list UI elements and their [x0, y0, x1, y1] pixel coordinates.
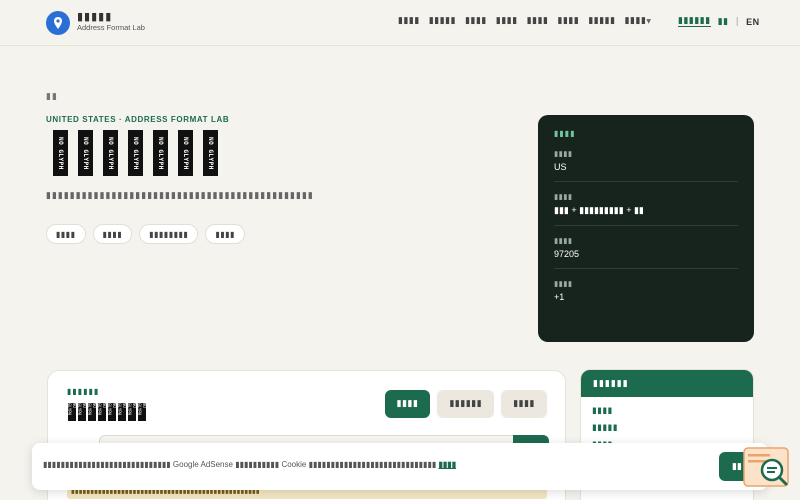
summary-title: ▮▮▮▮: [554, 129, 576, 138]
tool-title-glyph: NO GLYPH: [67, 403, 77, 421]
nav-item-6[interactable]: ▮▮▮▮: [558, 16, 580, 26]
nav-item-2[interactable]: ▮▮▮▮▮: [429, 16, 456, 26]
chip[interactable]: ▮▮▮▮: [46, 224, 86, 244]
nav-item-4[interactable]: ▮▮▮▮: [496, 16, 518, 26]
title-glyph: NO GLYPH: [128, 130, 143, 176]
tool-title: NO GLYPH NO GLYPH NO GLYPH NO GLYPH NO G…: [67, 403, 147, 421]
title-glyph: NO GLYPH: [203, 130, 218, 176]
cookie-text-c: ▮▮▮▮▮▮▮▮▮▮▮▮▮▮▮▮▮▮▮▮▮▮▮▮▮▮▮▮▮: [308, 460, 437, 469]
chip[interactable]: ▮▮▮▮▮▮▮▮: [139, 224, 199, 244]
brand[interactable]: ▮▮▮▮▮ Address Format Lab: [77, 10, 145, 33]
tool-title-glyph: NO GLYPH: [97, 403, 107, 421]
cookie-word: Cookie: [281, 460, 307, 469]
nav-item-more-label: ▮▮▮▮: [624, 16, 647, 26]
nav-item-more[interactable]: ▮▮▮▮▼: [625, 16, 652, 26]
title-glyph: NO GLYPH: [178, 130, 193, 176]
title-glyph: NO GLYPH: [78, 130, 93, 176]
title-glyph: NO GLYPH: [53, 130, 68, 176]
tool-title-glyph: NO GLYPH: [107, 403, 117, 421]
chip[interactable]: ▮▮▮▮: [205, 224, 246, 244]
brand-subtitle: Address Format Lab: [77, 23, 145, 32]
search-document-icon[interactable]: [742, 446, 790, 488]
main-nav: ▮▮▮▮ ▮▮▮▮▮ ▮▮▮▮ ▮▮▮▮ ▮▮▮▮ ▮▮▮▮ ▮▮▮▮▮ ▮▮▮…: [398, 16, 652, 26]
cookie-text-b: ▮▮▮▮▮▮▮▮▮▮: [235, 460, 280, 469]
chip[interactable]: ▮▮▮▮: [92, 224, 133, 244]
summary-row: ▮▮▮▮ +1: [554, 279, 738, 311]
cookie-message: ▮▮▮▮▮▮▮▮▮▮▮▮▮▮▮▮▮▮▮▮▮▮▮▮▮▮▮▮▮ Google AdS…: [43, 460, 456, 469]
nav-item-secondary[interactable]: ▮▮: [718, 17, 729, 27]
mode-button-primary[interactable]: ▮▮▮▮: [384, 390, 431, 418]
summary-label: ▮▮▮▮: [554, 236, 573, 245]
page-kicker: UNITED STATES · ADDRESS FORMAT LAB: [46, 115, 230, 124]
tool-label: ▮▮▮▮▮▮: [67, 387, 100, 396]
nav-right: ▮▮▮▮▮▮ ▮▮ | EN: [678, 16, 760, 27]
tool-title-glyph: NO GLYPH: [117, 403, 127, 421]
language-switch[interactable]: EN: [746, 17, 760, 27]
title-glyph: NO GLYPH: [103, 130, 118, 176]
side-link[interactable]: ▮▮▮▮: [592, 403, 742, 420]
summary-value: 97205: [554, 249, 580, 259]
side-link[interactable]: ▮▮▮▮▮: [592, 420, 742, 437]
summary-value: ▮▮▮ + ▮▮▮▮▮▮▮▮▮ + ▮▮: [554, 205, 644, 215]
summary-value: +1: [554, 292, 565, 302]
cookie-policy-link[interactable]: ▮▮▮▮: [439, 460, 457, 469]
title-glyph: NO GLYPH: [153, 130, 168, 176]
location-pin-icon[interactable]: [46, 11, 70, 35]
cookie-banner: ▮▮▮▮▮▮▮▮▮▮▮▮▮▮▮▮▮▮▮▮▮▮▮▮▮▮▮▮▮ Google AdS…: [32, 443, 768, 490]
nav-separator: |: [735, 16, 740, 27]
page-lead: ▮▮▮▮▮▮▮▮▮▮▮▮▮▮▮▮▮▮▮▮▮▮▮▮▮▮▮▮▮▮▮▮▮▮▮▮▮▮▮▮…: [46, 191, 314, 201]
summary-row: ▮▮▮▮ 97205: [554, 236, 738, 269]
summary-label: ▮▮▮▮: [554, 279, 573, 288]
summary-value: US: [554, 162, 567, 172]
brand-name: ▮▮▮▮▮: [77, 10, 113, 23]
summary-row: ▮▮▮▮ US: [554, 149, 738, 182]
tool-title-glyph: NO GLYPH: [127, 403, 137, 421]
cookie-text-a: ▮▮▮▮▮▮▮▮▮▮▮▮▮▮▮▮▮▮▮▮▮▮▮▮▮▮▮▮▮: [43, 460, 171, 469]
nav-item-7[interactable]: ▮▮▮▮▮: [588, 16, 615, 26]
tool-title-glyph: NO GLYPH: [137, 403, 147, 421]
nav-item-5[interactable]: ▮▮▮▮: [527, 16, 549, 26]
tool-mode-buttons: ▮▮▮▮ ▮▮▮▮▮▮ ▮▮▮▮: [384, 390, 547, 418]
top-navigation-bar: ▮▮▮▮▮ Address Format Lab ▮▮▮▮ ▮▮▮▮▮ ▮▮▮▮…: [0, 0, 800, 46]
mode-button-2[interactable]: ▮▮▮▮▮▮: [437, 390, 495, 418]
nav-item-1[interactable]: ▮▮▮▮: [398, 16, 420, 26]
chevron-down-icon: ▼: [646, 18, 652, 25]
summary-label: ▮▮▮▮: [554, 149, 573, 158]
summary-row: ▮▮▮▮ ▮▮▮ + ▮▮▮▮▮▮▮▮▮ + ▮▮: [554, 192, 738, 226]
tag-chips: ▮▮▮▮ ▮▮▮▮ ▮▮▮▮▮▮▮▮ ▮▮▮▮: [46, 224, 246, 244]
nav-item-active[interactable]: ▮▮▮▮▮▮: [678, 16, 711, 27]
mode-button-3[interactable]: ▮▮▮▮: [501, 390, 547, 418]
breadcrumb[interactable]: ▮▮: [46, 92, 58, 102]
page-title: NO GLYPH NO GLYPH NO GLYPH NO GLYPH NO G…: [53, 130, 218, 176]
side-card-title: ▮▮▮▮▮▮: [581, 370, 753, 397]
nav-item-3[interactable]: ▮▮▮▮: [465, 16, 487, 26]
cookie-adsense: Google AdSense: [172, 460, 233, 469]
summary-label: ▮▮▮▮: [554, 192, 573, 201]
tool-title-glyph: NO GLYPH: [87, 403, 97, 421]
tool-title-glyph: NO GLYPH: [77, 403, 87, 421]
country-summary-card: ▮▮▮▮ ▮▮▮▮ US ▮▮▮▮ ▮▮▮ + ▮▮▮▮▮▮▮▮▮ + ▮▮ ▮…: [538, 115, 754, 342]
